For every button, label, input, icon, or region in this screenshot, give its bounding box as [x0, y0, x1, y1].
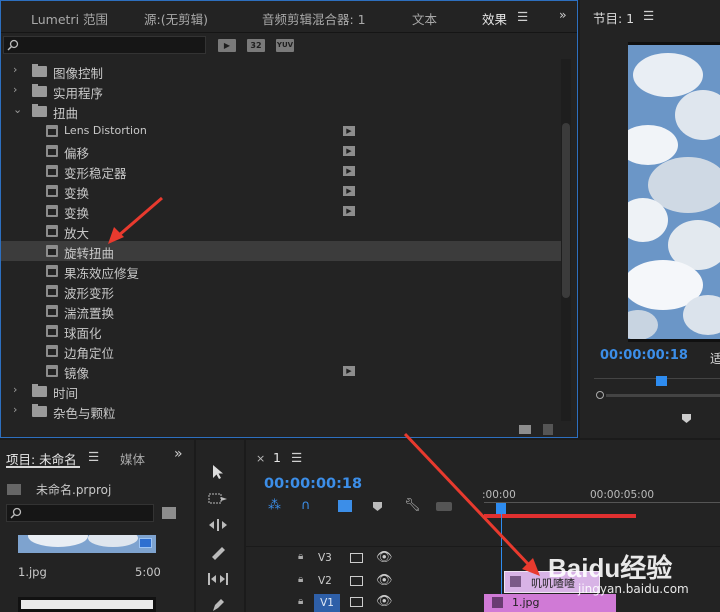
annotation-arrow-1 — [108, 196, 163, 244]
watermark-brand: Baidu经验 — [548, 553, 673, 583]
watermark-url: jingyan.baidu.com — [578, 582, 689, 596]
annotation-arrow-2 — [403, 432, 540, 576]
annotation-arrows — [108, 196, 540, 576]
baidu-watermark: Baidu经验 jingyan.baidu.com — [548, 548, 720, 604]
